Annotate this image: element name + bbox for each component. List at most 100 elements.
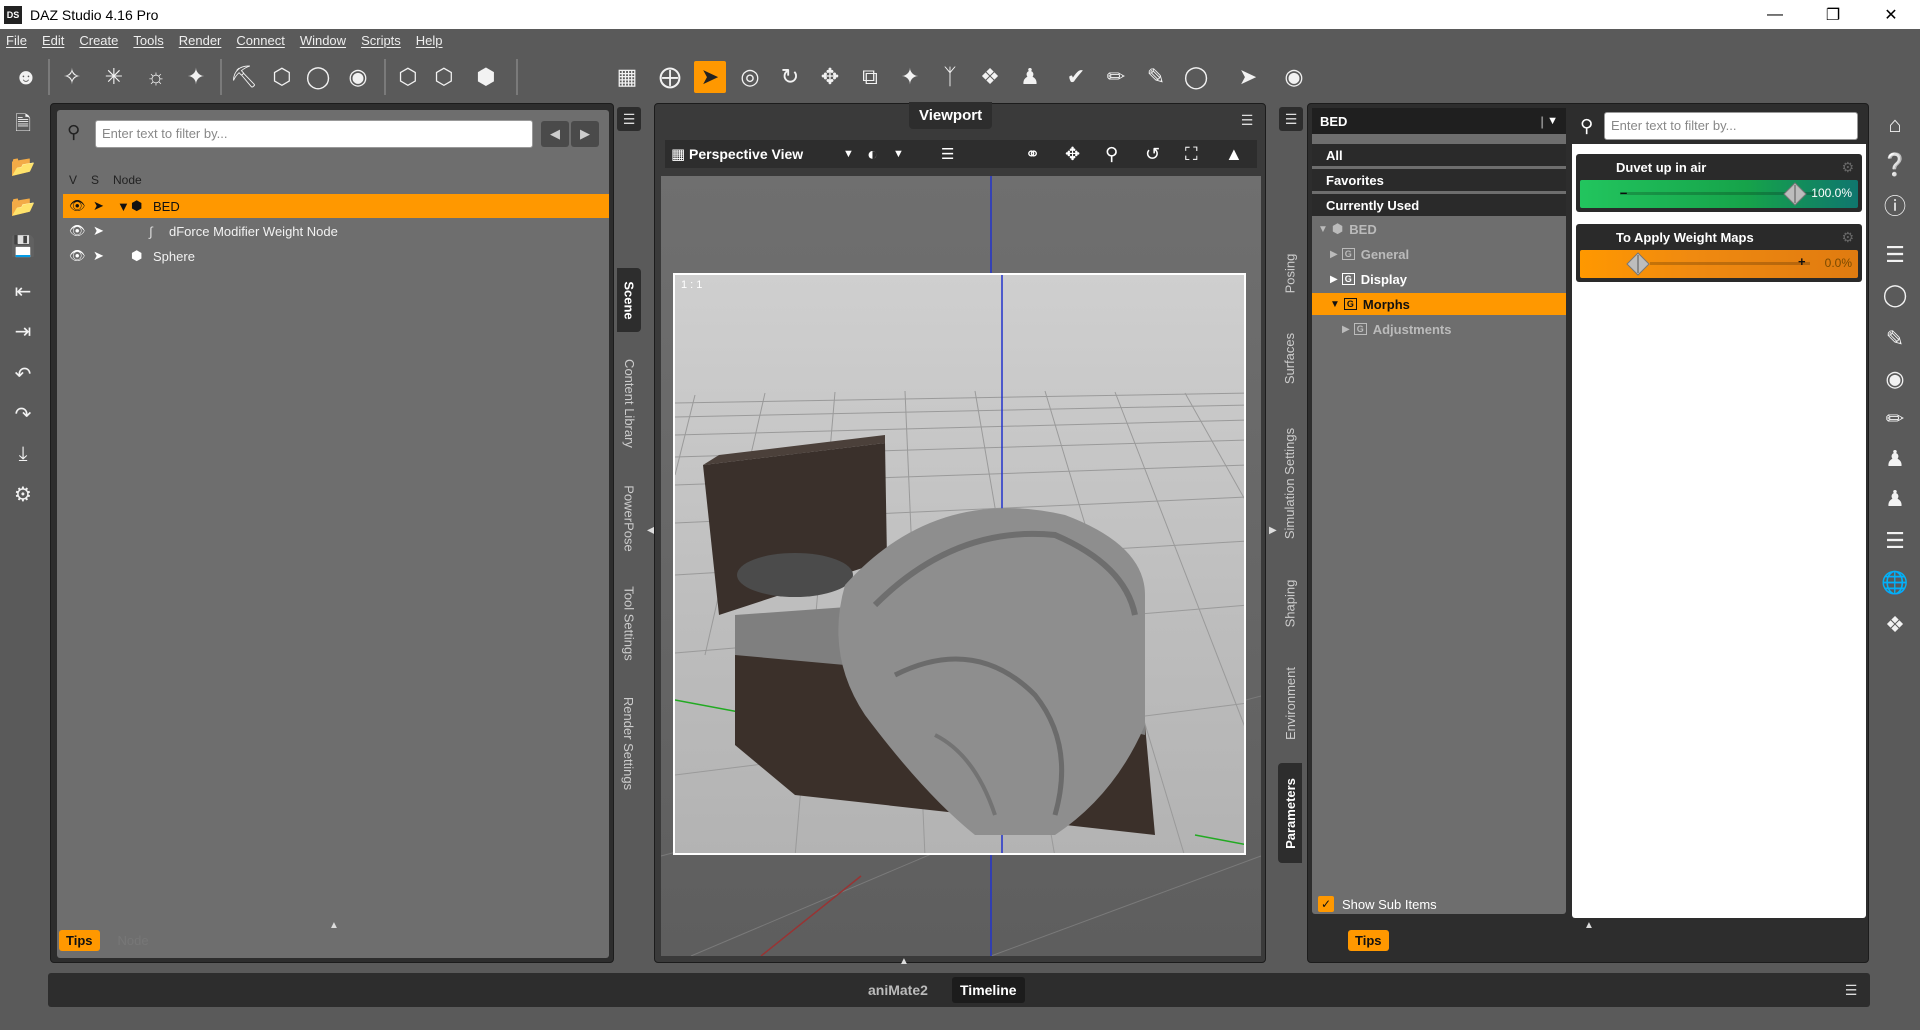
surface-icon[interactable]: ◉ — [1879, 363, 1911, 395]
tab-tips[interactable]: Tips — [1348, 929, 1389, 951]
camera-view-selector[interactable]: Perspective View — [689, 146, 803, 162]
node-bone-icon[interactable]: ⬢ — [470, 61, 502, 93]
collapse-arrow-icon[interactable]: ▶ — [1330, 274, 1338, 285]
fit-to-icon[interactable]: ⚙ — [8, 479, 38, 509]
viewport-menu-icon[interactable]: ☰ — [1235, 108, 1259, 132]
new-null-icon[interactable]: ◯ — [302, 61, 334, 93]
expand-arrow-icon[interactable]: ▼ — [1330, 299, 1340, 310]
camera-tool-icon[interactable]: ◯ — [1180, 61, 1212, 93]
frame-icon[interactable]: ⛶ — [1185, 144, 1198, 165]
new-group-icon[interactable]: ◉ — [342, 61, 374, 93]
tab-posing[interactable]: Posing — [1278, 238, 1302, 308]
column-visible[interactable]: V — [69, 173, 77, 187]
gear-icon[interactable]: ⚙ — [1841, 229, 1854, 246]
timeline-menu-icon[interactable]: ☰ — [1840, 979, 1862, 1001]
tab-tool-settings[interactable]: Tool Settings — [617, 573, 641, 673]
pose-icon[interactable]: ♟ — [1879, 443, 1911, 475]
slider-thumb[interactable] — [1626, 252, 1650, 276]
parameters-icon[interactable]: ☰ — [1879, 525, 1911, 557]
splitter-arrow-icon[interactable]: ▲ — [329, 920, 339, 931]
tab-environment[interactable]: Environment — [1278, 648, 1302, 758]
scale-tool-icon[interactable]: ⧉ — [854, 61, 886, 93]
align-icon[interactable]: ☰ — [1879, 239, 1911, 271]
tab-render-settings[interactable]: Render Settings — [617, 683, 641, 803]
menu-tools[interactable]: Tools — [133, 33, 163, 48]
close-icon[interactable]: ✕ — [1862, 0, 1920, 29]
linear-light-icon[interactable]: ✦ — [180, 61, 212, 93]
filter-all[interactable]: All — [1312, 144, 1566, 166]
what-is-this-icon[interactable]: ❔ — [1879, 149, 1911, 181]
filter-favorites[interactable]: Favorites — [1312, 169, 1566, 191]
rotate-tool-icon[interactable]: ↻ — [774, 61, 806, 93]
parameters-search-input[interactable]: Enter text to filter by... — [1604, 112, 1858, 140]
tree-item-adjustments[interactable]: ▶ G Adjustments — [1312, 318, 1566, 340]
tab-animate2[interactable]: aniMate2 — [860, 977, 936, 1003]
animate-icon[interactable]: ❖ — [1879, 609, 1911, 641]
tree-item-display[interactable]: ▶ G Display — [1312, 268, 1566, 290]
point-light-icon[interactable]: ✳ — [98, 61, 130, 93]
slider-track[interactable]: – 100.0% — [1580, 180, 1858, 208]
column-selectable[interactable]: S — [91, 173, 99, 187]
node-selector[interactable]: BED | ▼ — [1312, 108, 1566, 134]
export-icon[interactable]: ⇥ — [8, 316, 38, 346]
viewport-options-icon[interactable]: ☰ — [941, 145, 954, 163]
visibility-eye-icon[interactable]: 👁 — [69, 223, 86, 239]
render-icon[interactable]: ◉ — [1278, 61, 1310, 93]
tab-shaping[interactable]: Shaping — [1278, 563, 1302, 643]
morph-tool-icon[interactable]: ᛉ — [934, 61, 966, 93]
tree-item-bed[interactable]: ▼ ⬢ BED — [1312, 218, 1566, 240]
new-primitive-icon[interactable]: ⬡ — [266, 61, 298, 93]
menu-render[interactable]: Render — [179, 33, 222, 48]
tab-powerpose[interactable]: PowerPose — [617, 473, 641, 563]
menu-help[interactable]: Help — [416, 33, 443, 48]
pan-camera-icon[interactable]: ✥ — [1065, 144, 1080, 165]
import-icon[interactable]: ⇤ — [8, 276, 38, 306]
show-sub-items-checkbox[interactable]: ✓ Show Sub Items — [1318, 896, 1437, 912]
new-camera-icon[interactable]: ⛏ — [228, 61, 260, 93]
redo-icon[interactable]: ↷ — [8, 399, 38, 429]
collapse-arrow-icon[interactable]: ▶ — [1342, 324, 1350, 335]
surface-selection-icon[interactable]: ◎ — [734, 61, 766, 93]
menu-file[interactable]: File — [6, 33, 27, 48]
expand-arrow-icon[interactable]: ▼ — [1318, 224, 1328, 235]
universal-tool-icon[interactable]: ⨁ — [654, 61, 686, 93]
tree-item-general[interactable]: ▶ G General — [1312, 243, 1566, 265]
viewport-canvas[interactable]: 1 : 1 — [661, 176, 1261, 956]
view-layout-icon[interactable]: ▦ — [671, 145, 685, 163]
geometry-editor-icon[interactable]: ♟ — [1014, 61, 1046, 93]
menu-scripts[interactable]: Scripts — [361, 33, 401, 48]
distant-light-icon[interactable]: ☼ — [140, 61, 172, 93]
aim-icon[interactable]: ▲ — [1225, 144, 1243, 165]
node-add-icon[interactable]: ⬡ — [392, 61, 424, 93]
grid-toggle-icon[interactable]: ▦ — [611, 61, 643, 93]
collapse-right-arrow-icon[interactable]: ▶ — [1269, 525, 1277, 536]
zoom-camera-icon[interactable]: ⚲ — [1105, 144, 1118, 165]
node-dropdown-icon[interactable]: ▼ — [1547, 115, 1558, 127]
drop-to-floor-icon[interactable]: ⤓ — [8, 439, 38, 469]
create-figure-icon[interactable]: ☻ — [10, 61, 42, 93]
selectable-arrow-icon[interactable]: ➤ — [93, 248, 104, 264]
view-dropdown-icon[interactable]: ▼ — [843, 148, 854, 160]
tab-node[interactable]: Node — [118, 933, 149, 948]
viewport-title-tab[interactable]: Viewport — [909, 102, 993, 129]
help-icon[interactable]: ⓘ — [1879, 189, 1911, 221]
region-navigator-icon[interactable]: ✔ — [1060, 61, 1092, 93]
translate-tool-icon[interactable]: ✥ — [814, 61, 846, 93]
joint-editor-icon[interactable]: ✦ — [894, 61, 926, 93]
tab-parameters[interactable]: Parameters — [1278, 763, 1302, 863]
panel-menu-icon[interactable]: ☰ — [1279, 107, 1303, 131]
scene-row-sphere[interactable]: 👁 ➤ ⬢ Sphere — [63, 244, 609, 268]
menu-create[interactable]: Create — [79, 33, 118, 48]
previous-arrow-icon[interactable]: ◀ — [541, 121, 569, 147]
open-icon[interactable]: 📂 — [8, 151, 38, 181]
brush-icon[interactable]: ✎ — [1879, 323, 1911, 355]
menu-window[interactable]: Window — [300, 33, 346, 48]
node-selection-tool-icon[interactable]: ➤ — [694, 61, 726, 93]
checkbox-checked-icon[interactable]: ✓ — [1318, 896, 1334, 912]
weight-paint-icon[interactable]: ✏ — [1879, 403, 1911, 435]
slider-value[interactable]: 0.0% — [1825, 256, 1852, 270]
menu-connect[interactable]: Connect — [236, 33, 284, 48]
minimize-icon[interactable]: — — [1746, 0, 1804, 29]
selectable-arrow-icon[interactable]: ➤ — [93, 198, 104, 214]
slider-value[interactable]: 100.0% — [1811, 186, 1852, 200]
